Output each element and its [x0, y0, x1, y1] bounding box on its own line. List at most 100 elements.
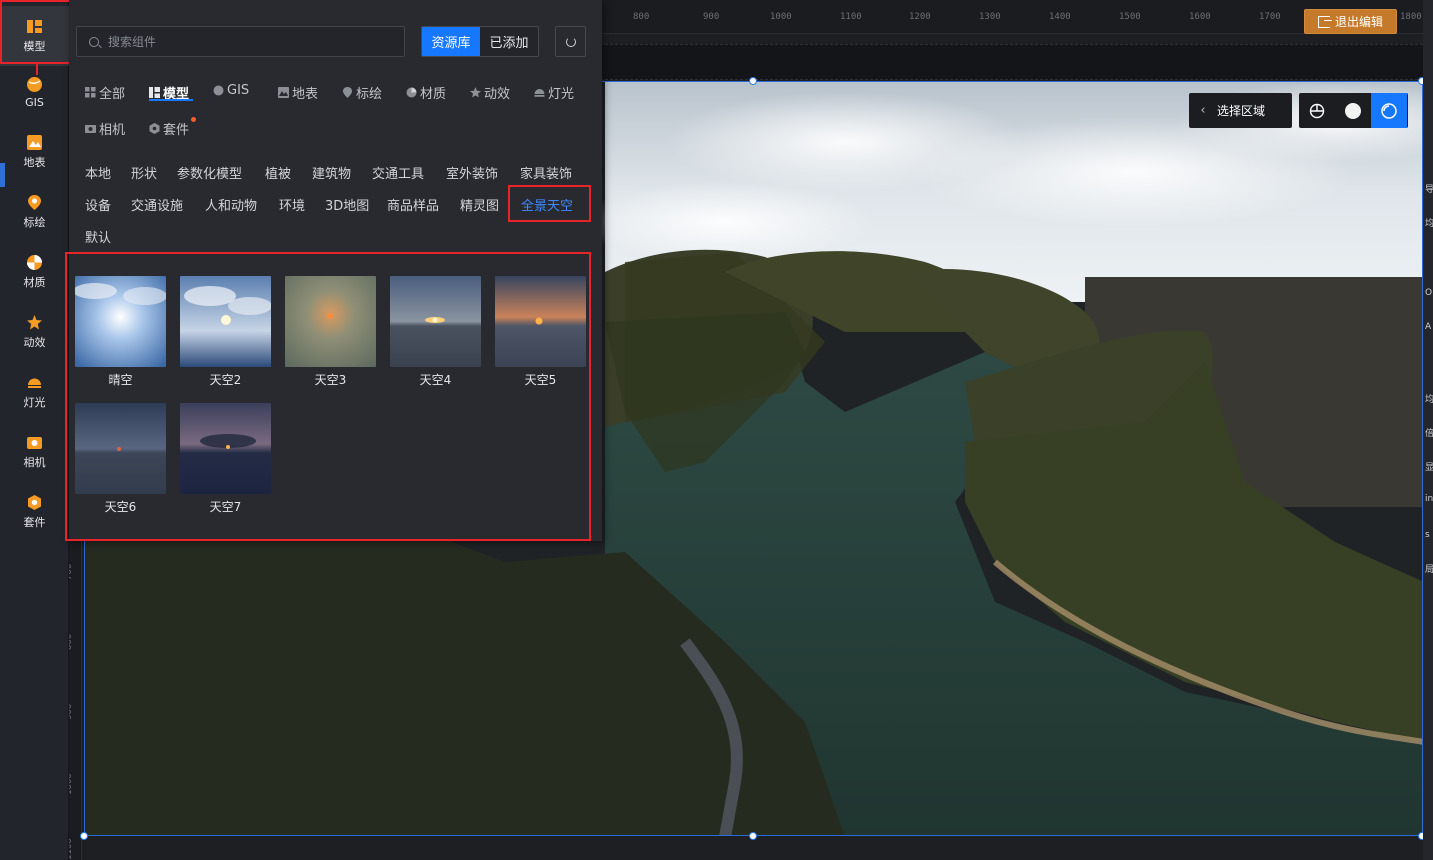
right-panel-text: 均: [1425, 395, 1433, 405]
model-icon: [149, 87, 160, 98]
search-input[interactable]: [108, 34, 388, 49]
right-property-panel-edge: 导 均 O A 均 倍 显 in s 局: [1423, 0, 1433, 860]
subcategory-traffic[interactable]: 交通设施: [131, 195, 183, 214]
category-label: 标绘: [356, 87, 383, 102]
light-icon: [534, 89, 545, 97]
asset-card[interactable]: 天空3: [285, 276, 376, 388]
category-tab-kit[interactable]: 套件: [149, 119, 189, 138]
camera-icon: [85, 125, 96, 133]
ruler-tick-label: 800: [633, 12, 650, 22]
category-tab-gis[interactable]: GIS: [213, 83, 249, 98]
refresh-button[interactable]: [555, 26, 586, 57]
subcategory-environment[interactable]: 环境: [279, 195, 305, 214]
asset-label: 天空3: [314, 373, 347, 387]
ruler-tick-label: 1100: [840, 12, 862, 22]
sky-thumbnail: [180, 403, 271, 494]
sky-thumbnail: [75, 403, 166, 494]
asset-label: 天空7: [209, 500, 242, 514]
rail-item-label: 模型: [23, 40, 46, 53]
subcategory-default[interactable]: 默认: [85, 227, 111, 246]
resize-handle[interactable]: [749, 77, 757, 85]
subcategory-sprite[interactable]: 精灵图: [460, 195, 499, 214]
select-region-button[interactable]: ‹ 选择区域: [1189, 93, 1292, 128]
orbit-view-button[interactable]: [1371, 93, 1407, 128]
subcategory-building[interactable]: 建筑物: [312, 163, 351, 182]
subcategory-vegetation[interactable]: 植被: [265, 163, 291, 182]
asset-card[interactable]: 天空2: [180, 276, 271, 388]
sky-thumbnail: [495, 276, 586, 367]
subcategory-local[interactable]: 本地: [85, 163, 111, 182]
asset-card[interactable]: 天空5: [495, 276, 586, 388]
globe-icon: [213, 85, 224, 96]
active-tab-underline: [149, 99, 193, 101]
left-icon-rail: 模型 GIS 地表 标绘 材质 动效 灯光 相机 套件: [0, 0, 69, 860]
terrain-icon: [27, 135, 42, 150]
asset-card[interactable]: 晴空: [75, 276, 166, 388]
material-ball-icon: [27, 255, 42, 270]
rail-item-terrain[interactable]: 地表: [0, 122, 69, 182]
rail-item-model[interactable]: 模型: [0, 6, 69, 66]
map-pin-icon: [28, 195, 41, 210]
exit-edit-button[interactable]: 退出编辑: [1304, 9, 1397, 34]
sky-thumbnail: [390, 276, 481, 367]
subcategory-parametric[interactable]: 参数化模型: [177, 163, 242, 182]
subcategory-panorama-sky[interactable]: 全景天空: [521, 195, 573, 214]
subcategory-people-animals[interactable]: 人和动物: [205, 195, 257, 214]
category-tab-all[interactable]: 全部: [85, 83, 125, 102]
orbit-icon: [1381, 102, 1397, 119]
effect-star-icon: [27, 315, 42, 330]
asset-card[interactable]: 天空6: [75, 403, 166, 515]
asset-card[interactable]: 天空7: [180, 403, 271, 515]
rail-item-label: 标绘: [23, 216, 46, 229]
category-tab-effect[interactable]: 动效: [470, 83, 510, 102]
ruler-tick-label: 1200: [909, 12, 931, 22]
rail-item-label: 动效: [23, 336, 46, 349]
asset-card[interactable]: 天空4: [390, 276, 481, 388]
sky-thumbnail: [180, 276, 271, 367]
tab-resource-library[interactable]: 资源库: [422, 27, 480, 56]
resize-handle[interactable]: [749, 832, 757, 840]
rail-item-label: 套件: [23, 516, 46, 529]
rail-item-effect[interactable]: 动效: [0, 302, 69, 362]
subcategory-outdoor[interactable]: 室外装饰: [446, 163, 498, 182]
right-panel-text: 倍: [1425, 429, 1433, 439]
subcategory-3d-map[interactable]: 3D地图: [325, 195, 369, 214]
rail-item-plot[interactable]: 标绘: [0, 182, 69, 242]
subcategory-furniture[interactable]: 家具装饰: [520, 163, 572, 182]
category-tab-plot[interactable]: 标绘: [342, 83, 382, 102]
category-tab-camera[interactable]: 相机: [85, 119, 125, 138]
right-panel-text: 均: [1425, 219, 1433, 229]
sky-thumbnail: [285, 276, 376, 367]
category-label: 材质: [420, 87, 447, 102]
subcategory-equipment[interactable]: 设备: [85, 195, 111, 214]
kit-icon: [28, 495, 41, 510]
resize-handle[interactable]: [80, 832, 88, 840]
ruler-tick-label: 1300: [979, 12, 1001, 22]
rail-item-kit[interactable]: 套件: [0, 482, 69, 542]
search-icon: [89, 36, 99, 47]
category-tab-terrain[interactable]: 地表: [278, 83, 318, 102]
effect-icon: [470, 87, 481, 98]
search-box: [76, 26, 405, 57]
rail-item-light[interactable]: 灯光: [0, 362, 69, 422]
rail-item-label: 材质: [23, 276, 46, 289]
asset-label: 晴空: [108, 373, 133, 387]
ruler-tick-label: 1000: [770, 12, 792, 22]
rail-item-gis[interactable]: GIS: [0, 62, 69, 122]
category-tab-light[interactable]: 灯光: [534, 83, 574, 102]
rail-item-material[interactable]: 材质: [0, 242, 69, 302]
right-panel-text: O: [1425, 288, 1433, 298]
ruler-tick-label: 1500: [1119, 12, 1141, 22]
subcategory-vehicle[interactable]: 交通工具: [372, 163, 424, 182]
rail-item-label: 相机: [23, 456, 46, 469]
source-toggle: 资源库 已添加: [421, 26, 539, 57]
subcategory-shape[interactable]: 形状: [131, 163, 157, 182]
tab-added[interactable]: 已添加: [480, 27, 538, 56]
solid-view-button[interactable]: [1335, 93, 1371, 128]
globe-view-button[interactable]: [1299, 93, 1335, 128]
rail-item-camera[interactable]: 相机: [0, 422, 69, 482]
exit-edit-label: 退出编辑: [1334, 15, 1383, 29]
category-tab-material[interactable]: 材质: [406, 83, 446, 102]
model-icon: [27, 20, 42, 33]
subcategory-product-sample[interactable]: 商品样品: [387, 195, 439, 214]
